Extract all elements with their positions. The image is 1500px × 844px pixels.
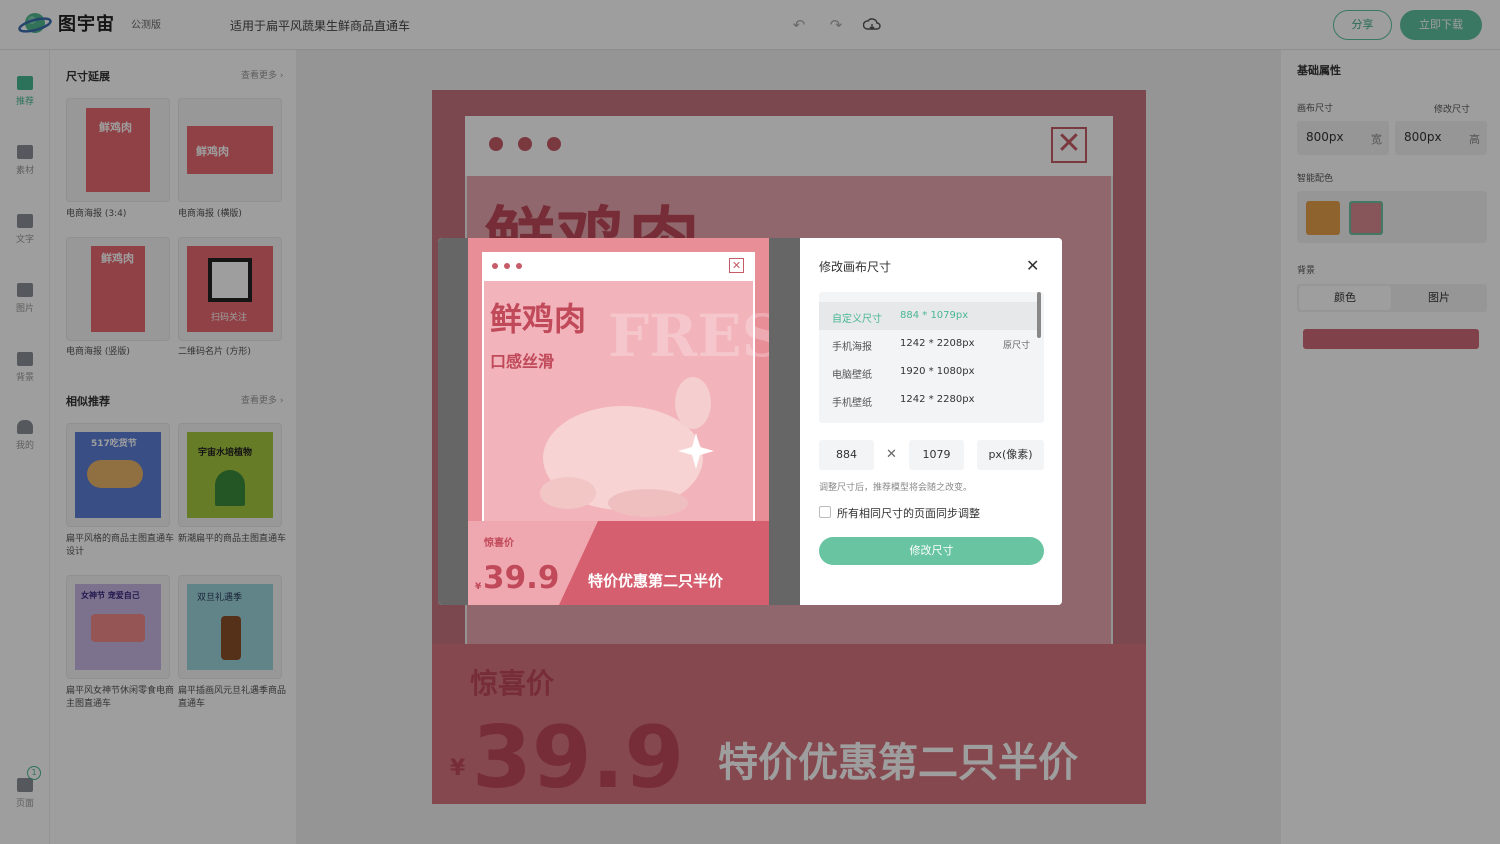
window-dot	[516, 263, 522, 269]
dialog-title: 修改画布尺寸	[819, 260, 892, 274]
unit-select[interactable]: px(像素)	[977, 440, 1044, 470]
sync-checkbox[interactable]	[819, 506, 831, 518]
preset-scrollbar[interactable]	[1037, 292, 1041, 338]
width-input[interactable]: 884	[819, 440, 874, 470]
preset-size: 1242 * 2208px	[900, 338, 975, 349]
sync-label: 所有相同尺寸的页面同步调整	[837, 507, 980, 520]
mini-promo: 特价优惠第二只半价	[588, 572, 724, 590]
mini-surprise: 惊喜价	[484, 538, 514, 549]
preset-size: 1242 * 2280px	[900, 394, 975, 405]
preset-size: 884 * 1079px	[900, 310, 969, 321]
resize-form: 修改画布尺寸 ✕ 自定义尺寸 884 * 1079px 手机海报 1242 * …	[800, 238, 1062, 605]
mini-bg-word: FRESH	[608, 302, 769, 370]
preview-poster: ✕ FRESH 鲜鸡肉 口感丝滑 惊喜价 ¥ 39.9 特价优惠第二只半价	[468, 238, 769, 605]
resize-hint: 调整尺寸后，推荐模型将会随之改变。	[819, 483, 973, 493]
height-input[interactable]: 1079	[909, 440, 964, 470]
mini-window-bar	[482, 252, 755, 281]
preset-name: 电脑壁纸	[832, 370, 872, 381]
confirm-resize-button[interactable]: 修改尺寸	[819, 537, 1044, 565]
preset-item-phone-poster[interactable]: 手机海报 1242 * 2208px 原尺寸	[819, 330, 1037, 358]
window-dot	[504, 263, 510, 269]
resize-canvas-dialog: ✕ FRESH 鲜鸡肉 口感丝滑 惊喜价 ¥ 39.9 特价优惠第二只半价 修改…	[438, 238, 1062, 605]
preset-size: 1920 * 1080px	[900, 366, 975, 377]
close-icon: ✕	[729, 258, 744, 273]
preset-name: 手机壁纸	[832, 398, 872, 409]
mini-price: 39.9	[483, 560, 560, 596]
preset-item-desktop-wallpaper[interactable]: 电脑壁纸 1920 * 1080px	[819, 358, 1037, 386]
preset-name: 自定义尺寸	[832, 314, 882, 325]
preset-item-phone-wallpaper[interactable]: 手机壁纸 1242 * 2280px	[819, 386, 1037, 414]
multiply-icon: ✕	[886, 447, 897, 462]
mini-headline: 鲜鸡肉	[490, 300, 587, 338]
preset-list: 自定义尺寸 884 * 1079px 手机海报 1242 * 2208px 原尺…	[819, 292, 1044, 423]
original-size-tag: 原尺寸	[1003, 341, 1031, 351]
chicken-image	[540, 377, 714, 517]
preset-item-custom[interactable]: 自定义尺寸 884 * 1079px	[819, 302, 1037, 330]
preset-name: 手机海报	[832, 342, 872, 353]
close-icon[interactable]: ✕	[1026, 256, 1039, 275]
window-dot	[492, 263, 498, 269]
mini-currency: ¥	[475, 582, 482, 592]
